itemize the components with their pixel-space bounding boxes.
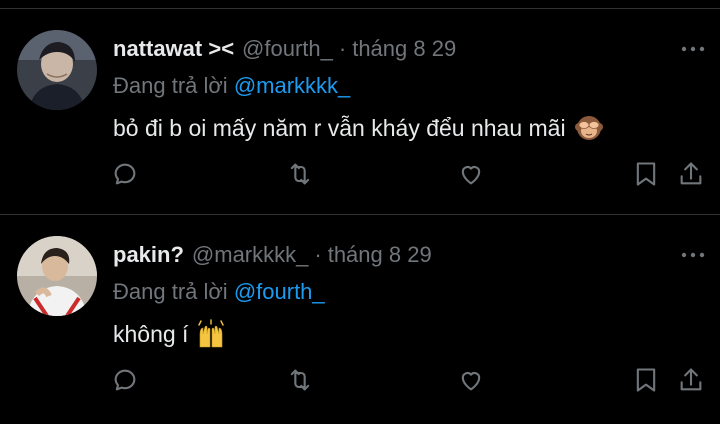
replying-to-label: Đang trả lời: [113, 73, 228, 98]
reply-button[interactable]: [110, 365, 140, 395]
avatar[interactable]: [17, 236, 97, 316]
tweet[interactable]: nattawat >< @fourth_ · tháng 8 29 Đang t…: [0, 9, 720, 214]
share-button[interactable]: [676, 159, 706, 189]
like-icon: [461, 372, 481, 391]
share-button[interactable]: [676, 365, 706, 395]
tweet-text: không í: [113, 319, 226, 349]
replying-to: Đang trả lời @markkkk_: [113, 73, 350, 99]
tweet-body: bỏ đi b oi mấy năm r vẫn kháy đểu nhau m…: [113, 115, 566, 141]
replying-to: Đang trả lời @fourth_: [113, 279, 325, 305]
share-icon: [680, 162, 702, 185]
reply-icon: [114, 369, 136, 391]
user-handle[interactable]: @fourth_: [242, 36, 333, 62]
share-icon: [680, 368, 702, 391]
replying-to-handle[interactable]: @markkkk_: [234, 73, 350, 98]
retweet-icon: [290, 369, 310, 391]
retweet-button[interactable]: [285, 159, 315, 189]
replying-to-handle[interactable]: @fourth_: [234, 279, 325, 304]
tweet-header: pakin? @markkkk_ · tháng 8 29: [113, 242, 432, 268]
separator-dot: ·: [314, 242, 322, 267]
reply-icon: [114, 163, 136, 185]
retweet-button[interactable]: [285, 365, 315, 395]
bookmark-icon: [636, 162, 656, 186]
retweet-icon: [290, 163, 310, 185]
like-button[interactable]: [456, 159, 486, 189]
bookmark-button[interactable]: [631, 159, 661, 189]
tweet-body: không í: [113, 321, 189, 347]
like-button[interactable]: [456, 365, 486, 395]
like-icon: [461, 166, 481, 185]
user-handle[interactable]: @markkkk_: [192, 242, 308, 268]
see-no-evil-monkey-icon: [574, 116, 603, 140]
reply-button[interactable]: [110, 159, 140, 189]
tweet-date[interactable]: tháng 8 29: [328, 242, 432, 268]
display-name[interactable]: nattawat ><: [113, 36, 234, 62]
tweet-actions: [0, 159, 720, 191]
raising-hands-icon: [198, 319, 225, 348]
more-options-icon[interactable]: [680, 246, 706, 264]
more-options-icon[interactable]: [680, 40, 706, 58]
bookmark-icon: [636, 368, 656, 392]
separator-dot: ·: [338, 36, 347, 61]
replying-to-label: Đang trả lời: [113, 279, 228, 304]
tweet[interactable]: pakin? @markkkk_ · tháng 8 29 Đang trả l…: [0, 215, 720, 420]
tweet-text: bỏ đi b oi mấy năm r vẫn kháy đểu nhau m…: [113, 113, 604, 143]
tweet-actions: [0, 365, 720, 397]
avatar[interactable]: [17, 30, 97, 110]
bookmark-button[interactable]: [631, 365, 661, 395]
tweet-date[interactable]: tháng 8 29: [352, 36, 456, 62]
tweet-header: nattawat >< @fourth_ · tháng 8 29: [113, 36, 456, 62]
display-name[interactable]: pakin?: [113, 242, 184, 268]
